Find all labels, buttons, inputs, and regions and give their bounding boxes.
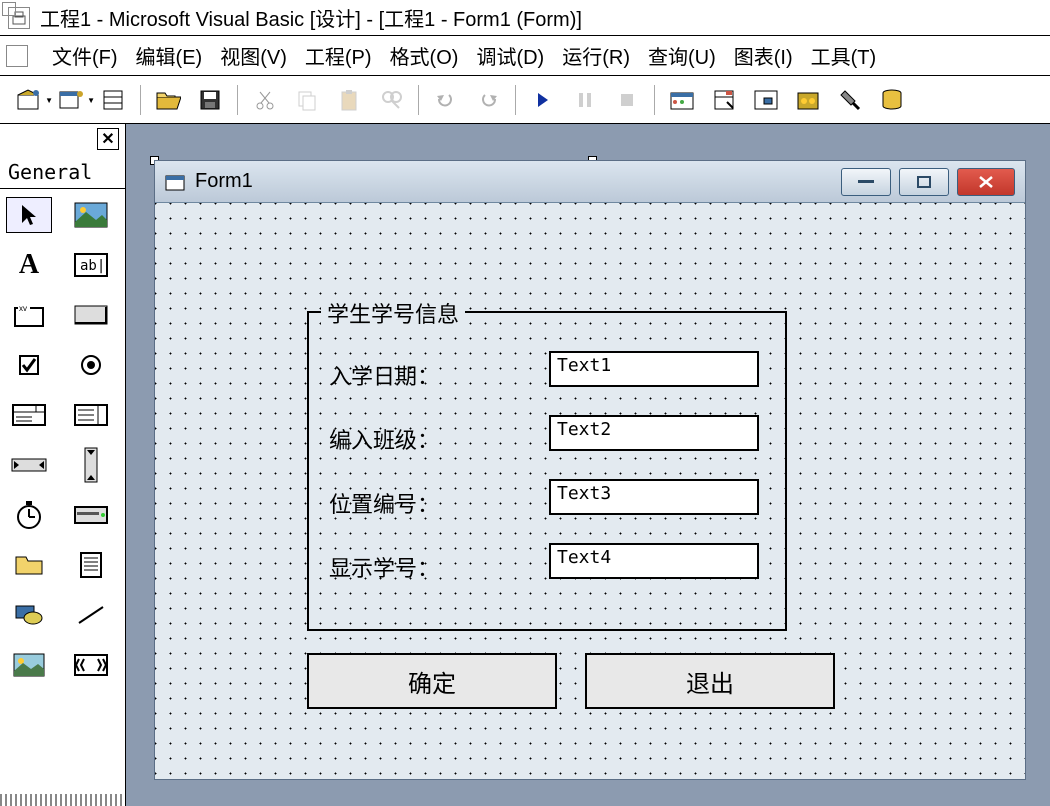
tool-hscrollbar[interactable] xyxy=(6,447,52,483)
redo-button[interactable] xyxy=(471,83,505,117)
label-pos[interactable]: 位置编号： xyxy=(329,487,469,519)
tool-shape[interactable] xyxy=(6,597,52,633)
form-title: Form1 xyxy=(195,170,253,193)
form-titlebar[interactable]: Form1 xyxy=(155,161,1025,203)
exit-button[interactable]: 退出 xyxy=(585,653,835,709)
data-view-button[interactable] xyxy=(875,83,909,117)
tool-combobox[interactable] xyxy=(6,397,52,433)
tool-line[interactable] xyxy=(68,597,114,633)
svg-text:ab|: ab| xyxy=(80,258,105,274)
object-browser-button[interactable] xyxy=(791,83,825,117)
add-form-button[interactable]: ▼ xyxy=(54,83,88,117)
tool-label[interactable]: A xyxy=(6,247,52,283)
toolbox-tab-general[interactable]: General xyxy=(0,156,125,189)
maximize-button[interactable] xyxy=(899,168,949,196)
toolbar: ▼ ▼ xyxy=(0,76,1050,124)
pause-button[interactable] xyxy=(568,83,602,117)
find-button[interactable] xyxy=(374,83,408,117)
paste-button[interactable] xyxy=(332,83,366,117)
tool-drivelistbox[interactable] xyxy=(68,497,114,533)
toolbox-resize-grip[interactable] xyxy=(0,794,125,806)
add-project-button[interactable]: ▼ xyxy=(12,83,46,117)
menu-project[interactable]: 工程(P) xyxy=(305,41,372,70)
menu-view[interactable]: 视图(V) xyxy=(220,41,287,70)
frame-legend: 学生学号信息 xyxy=(321,297,465,329)
menu-run[interactable]: 运行(R) xyxy=(562,41,630,70)
textbox-id[interactable]: Text4 xyxy=(549,543,759,579)
toolbox-close-button[interactable]: ✕ xyxy=(97,128,119,150)
app-titlebar: 工程1 - Microsoft Visual Basic [设计] - [工程1… xyxy=(0,0,1050,36)
cut-button[interactable] xyxy=(248,83,282,117)
label-date[interactable]: 入学日期： xyxy=(329,359,469,391)
menu-file[interactable]: 文件(F) xyxy=(52,41,118,70)
label-id[interactable]: 显示学号： xyxy=(329,551,469,583)
properties-button[interactable] xyxy=(707,83,741,117)
tool-optionbutton[interactable] xyxy=(68,347,114,383)
undo-button[interactable] xyxy=(429,83,463,117)
frame-student-info[interactable]: 学生学号信息 入学日期： 编入班级： 位置编号： 显示学号： Text1 Tex… xyxy=(307,311,787,631)
toolbox-panel: ✕ General A ab| xv xyxy=(0,124,126,806)
label-class[interactable]: 编入班级： xyxy=(329,423,469,455)
save-button[interactable] xyxy=(193,83,227,117)
menu-query[interactable]: 查询(U) xyxy=(648,41,716,70)
toolbox-button[interactable] xyxy=(833,83,867,117)
tool-picturebox[interactable] xyxy=(68,197,114,233)
textbox-class[interactable]: Text2 xyxy=(549,415,759,451)
menu-format[interactable]: 格式(O) xyxy=(390,41,459,70)
menu-debug[interactable]: 调试(D) xyxy=(476,41,544,70)
project-explorer-button[interactable] xyxy=(665,83,699,117)
tool-frame[interactable]: xv xyxy=(6,297,52,333)
ok-button[interactable]: 确定 xyxy=(307,653,557,709)
workspace: ✕ General A ab| xv xyxy=(0,124,1050,806)
form-layout-button[interactable] xyxy=(749,83,783,117)
run-button[interactable] xyxy=(526,83,560,117)
tool-pointer[interactable] xyxy=(6,197,52,233)
tool-textbox[interactable]: ab| xyxy=(68,247,114,283)
tool-filelistbox[interactable] xyxy=(68,547,114,583)
menu-tools[interactable]: 工具(T) xyxy=(811,41,877,70)
menu-editor-button[interactable] xyxy=(96,83,130,117)
mdi-system-icon[interactable] xyxy=(6,45,28,67)
tool-dirlistbox[interactable] xyxy=(6,547,52,583)
form-design-surface[interactable]: 学生学号信息 入学日期： 编入班级： 位置编号： 显示学号： Text1 Tex… xyxy=(155,203,1025,779)
form-icon xyxy=(165,173,185,191)
copy-button[interactable] xyxy=(290,83,324,117)
stop-button[interactable] xyxy=(610,83,644,117)
tool-data[interactable] xyxy=(68,647,114,683)
app-title: 工程1 - Microsoft Visual Basic [设计] - [工程1… xyxy=(40,3,582,32)
form-designer-window[interactable]: Form1 学生学号信息 入学日期： 编入班级： 位置编号： 显示学号： Tex… xyxy=(154,160,1026,780)
menubar: 文件(F) 编辑(E) 视图(V) 工程(P) 格式(O) 调试(D) 运行(R… xyxy=(0,36,1050,76)
menu-chart[interactable]: 图表(I) xyxy=(734,41,793,70)
textbox-pos[interactable]: Text3 xyxy=(549,479,759,515)
tool-image[interactable] xyxy=(6,647,52,683)
mdi-client-area: Form1 学生学号信息 入学日期： 编入班级： 位置编号： 显示学号： Tex… xyxy=(126,124,1050,806)
textbox-date[interactable]: Text1 xyxy=(549,351,759,387)
tool-vscrollbar[interactable] xyxy=(68,447,114,483)
tool-commandbutton[interactable] xyxy=(68,297,114,333)
minimize-button[interactable] xyxy=(841,168,891,196)
close-button[interactable] xyxy=(957,168,1015,196)
tool-checkbox[interactable] xyxy=(6,347,52,383)
menu-edit[interactable]: 编辑(E) xyxy=(136,41,203,70)
tool-timer[interactable] xyxy=(6,497,52,533)
svg-text:xv: xv xyxy=(19,304,27,313)
tool-listbox[interactable] xyxy=(68,397,114,433)
open-button[interactable] xyxy=(151,83,185,117)
